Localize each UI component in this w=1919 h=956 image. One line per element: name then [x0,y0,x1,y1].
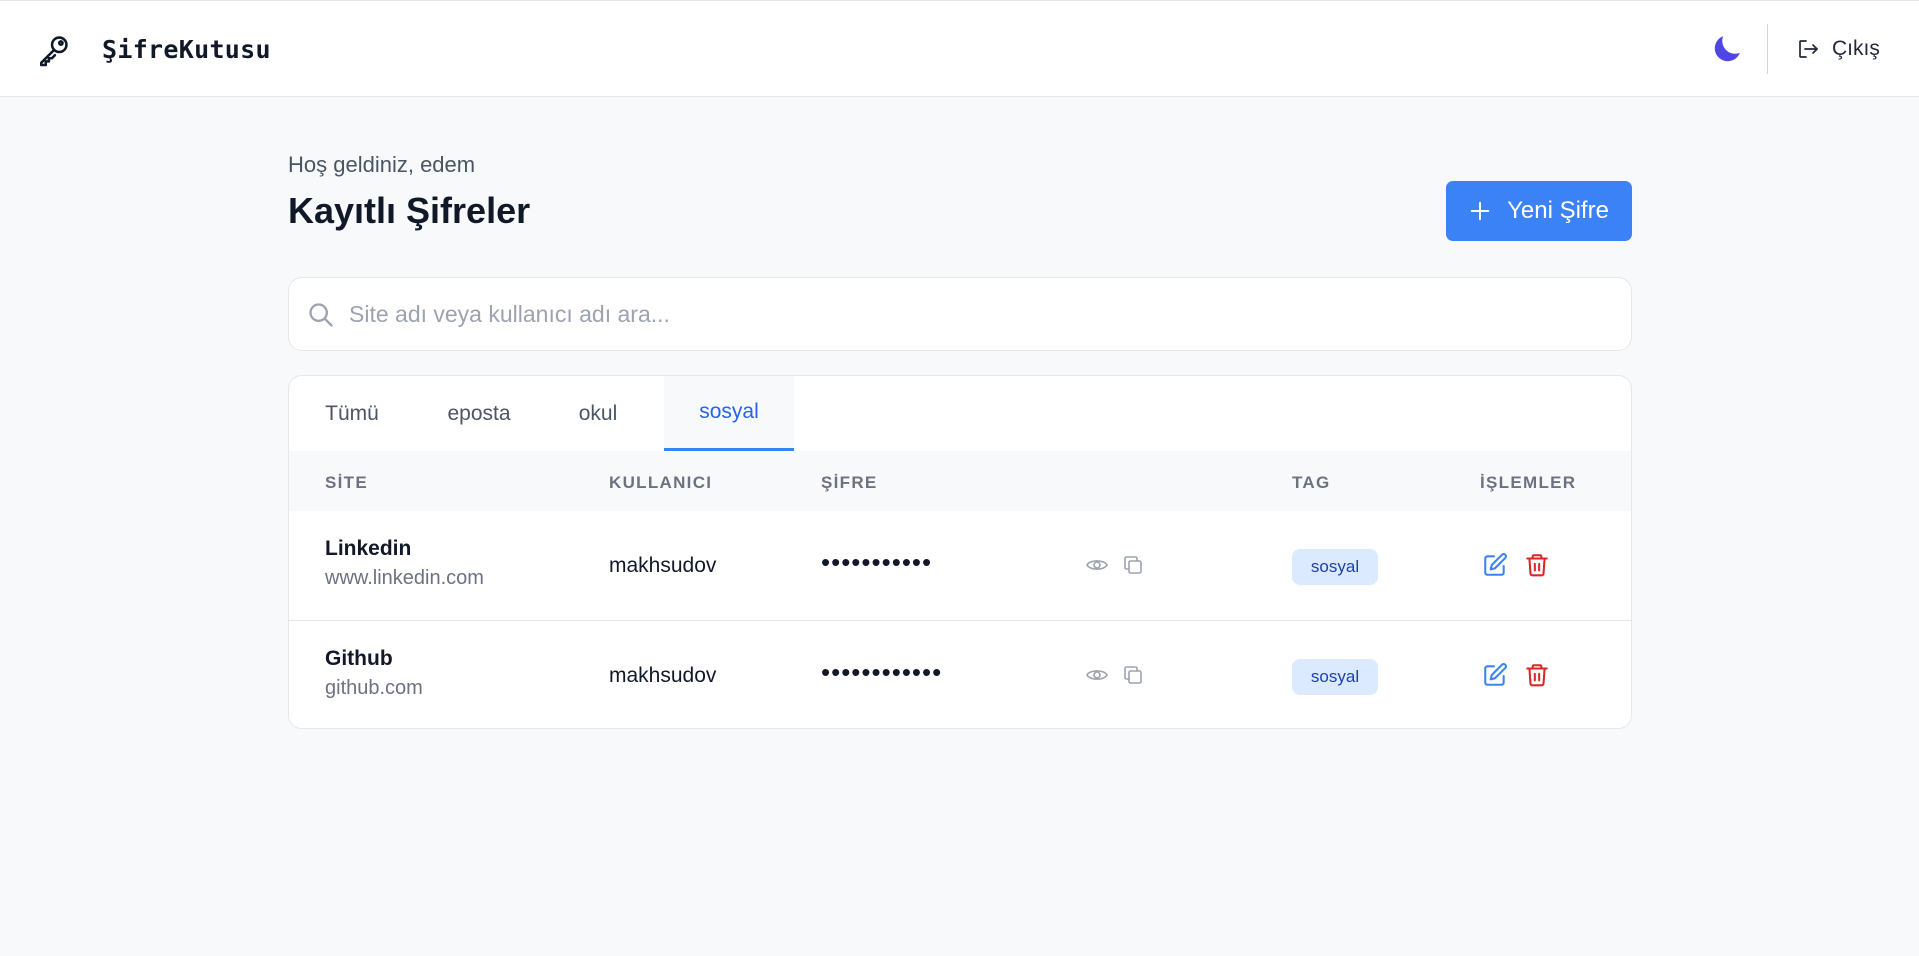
tab-okul[interactable]: okul [543,376,653,451]
trash-icon[interactable] [1524,552,1550,578]
masked-password: ••••••••••• [821,547,933,577]
username: makhsudov [609,664,717,687]
table-row: Github github.com makhsudov ••••••••••••… [289,620,1631,728]
search-icon [309,303,333,327]
column-header-actions: İŞLEMLER [1480,473,1577,492]
tab-all[interactable]: Tümü [289,376,415,451]
new-password-label: Yeni Şifre [1507,197,1609,224]
eye-icon[interactable] [1085,553,1109,577]
column-header-tag: TAG [1292,473,1331,492]
passwords-card: Tümü eposta okul sosyal SİTE KULLANICI Ş… [288,375,1632,729]
edit-icon[interactable] [1482,552,1508,578]
column-header-user: KULLANICI [609,473,713,492]
tag-badge: sosyal [1292,659,1378,695]
search-input[interactable] [349,292,1609,336]
tag-badge: sosyal [1292,549,1378,585]
column-header-password: ŞİFRE [821,473,878,492]
site-url: www.linkedin.com [325,567,484,589]
logout-label: Çıkış [1832,37,1880,60]
table-header: SİTE KULLANICI ŞİFRE TAG İŞLEMLER [289,451,1631,511]
new-password-button[interactable]: Yeni Şifre [1446,181,1632,241]
plus-icon [1470,201,1490,221]
copy-icon[interactable] [1121,663,1145,687]
masked-password: •••••••••••• [821,657,943,687]
search-box [288,277,1632,351]
username: makhsudov [609,554,717,577]
welcome-text: Hoş geldiniz, edem [288,152,476,177]
site-url: github.com [325,677,423,699]
edit-icon[interactable] [1482,662,1508,688]
trash-icon[interactable] [1524,662,1550,688]
top-navbar: ŞifreKutusu Çıkış [0,0,1919,97]
eye-icon[interactable] [1085,663,1109,687]
logout-icon [1799,40,1818,58]
copy-icon[interactable] [1121,553,1145,577]
tab-eposta[interactable]: eposta [415,376,543,451]
site-name: Github [325,647,393,670]
moon-icon[interactable] [1709,31,1745,67]
table-row: Linkedin www.linkedin.com makhsudov ••••… [289,511,1631,620]
column-header-site: SİTE [325,473,368,492]
brand-name: ŞifreKutusu [102,35,271,64]
key-icon [39,36,68,67]
header-divider [1767,24,1768,74]
tag-tabs: Tümü eposta okul sosyal [289,376,1631,451]
page-title: Kayıtlı Şifreler [288,190,531,231]
site-name: Linkedin [325,537,412,560]
tab-sosyal[interactable]: sosyal [664,376,794,451]
logout-button[interactable]: Çıkış [1796,33,1880,65]
